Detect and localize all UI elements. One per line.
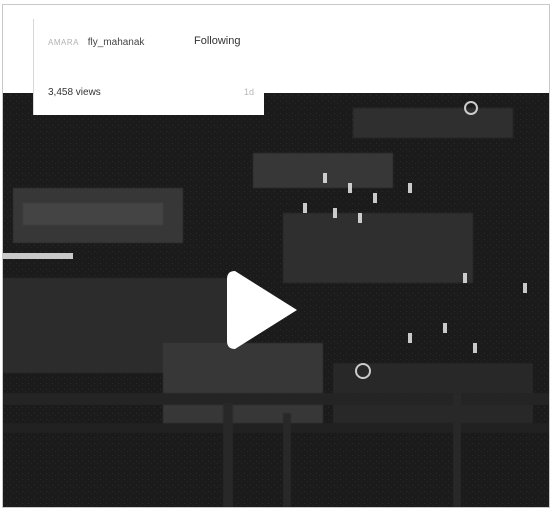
post-frame: AMARA fly_mahanak Following 3,458 views … — [2, 4, 550, 508]
post-info-overlay: AMARA fly_mahanak Following 3,458 views … — [33, 19, 264, 115]
play-icon — [227, 271, 297, 349]
user-sticker: AMARA — [48, 38, 79, 47]
following-button[interactable]: Following — [194, 35, 240, 47]
video-player[interactable] — [3, 93, 549, 507]
username[interactable]: fly_mahanak — [88, 37, 145, 48]
user-row: AMARA fly_mahanak — [48, 37, 144, 48]
play-button[interactable] — [217, 265, 307, 355]
post-age: 1d — [244, 87, 255, 97]
views-count: 3,458 views — [48, 87, 101, 98]
